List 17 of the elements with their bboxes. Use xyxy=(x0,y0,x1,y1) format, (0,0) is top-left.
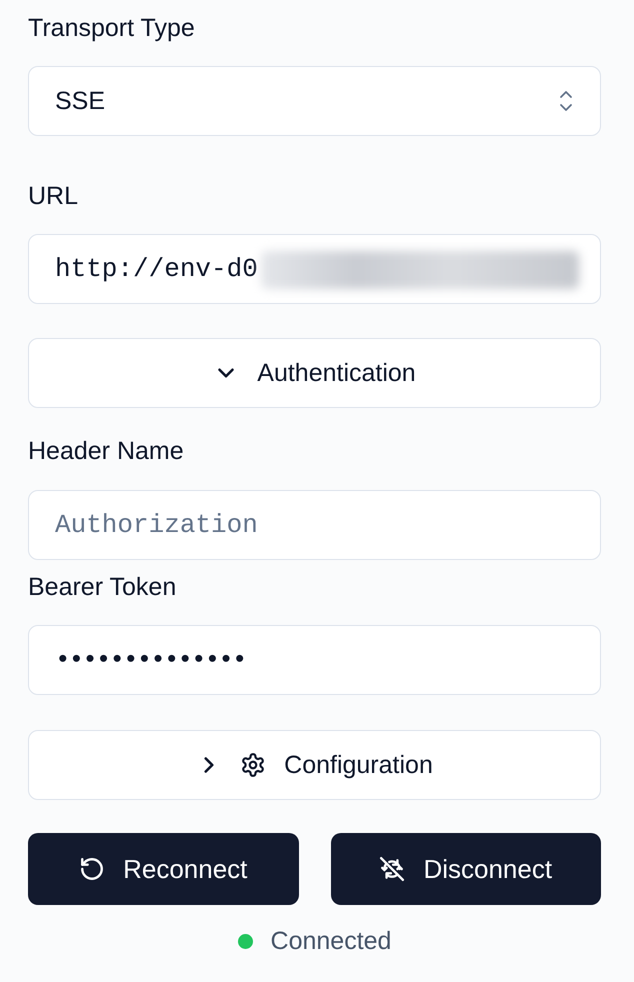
url-field[interactable]: http://env-d0 xyxy=(28,234,601,304)
configuration-toggle[interactable]: Configuration xyxy=(28,730,601,800)
bearer-token-field[interactable]: •••••••••••••• xyxy=(28,625,601,695)
up-down-icon xyxy=(558,89,574,113)
rotate-icon xyxy=(79,856,106,882)
disconnect-button[interactable]: Disconnect xyxy=(330,833,601,905)
field-label: URL xyxy=(28,181,78,212)
field-label: Bearer Token xyxy=(28,572,176,603)
transport-select[interactable]: SSE xyxy=(28,66,601,136)
sync-off-icon xyxy=(379,856,406,882)
header-name-field[interactable]: Authorization xyxy=(28,490,601,560)
field-label: Transport Type xyxy=(28,13,195,44)
settings-icon xyxy=(240,752,266,778)
status-text: Connected xyxy=(270,927,392,956)
reconnect-button[interactable]: Reconnect xyxy=(28,833,298,905)
authentication-toggle[interactable]: Authentication xyxy=(28,338,601,408)
field-label: Header Name xyxy=(28,436,184,467)
